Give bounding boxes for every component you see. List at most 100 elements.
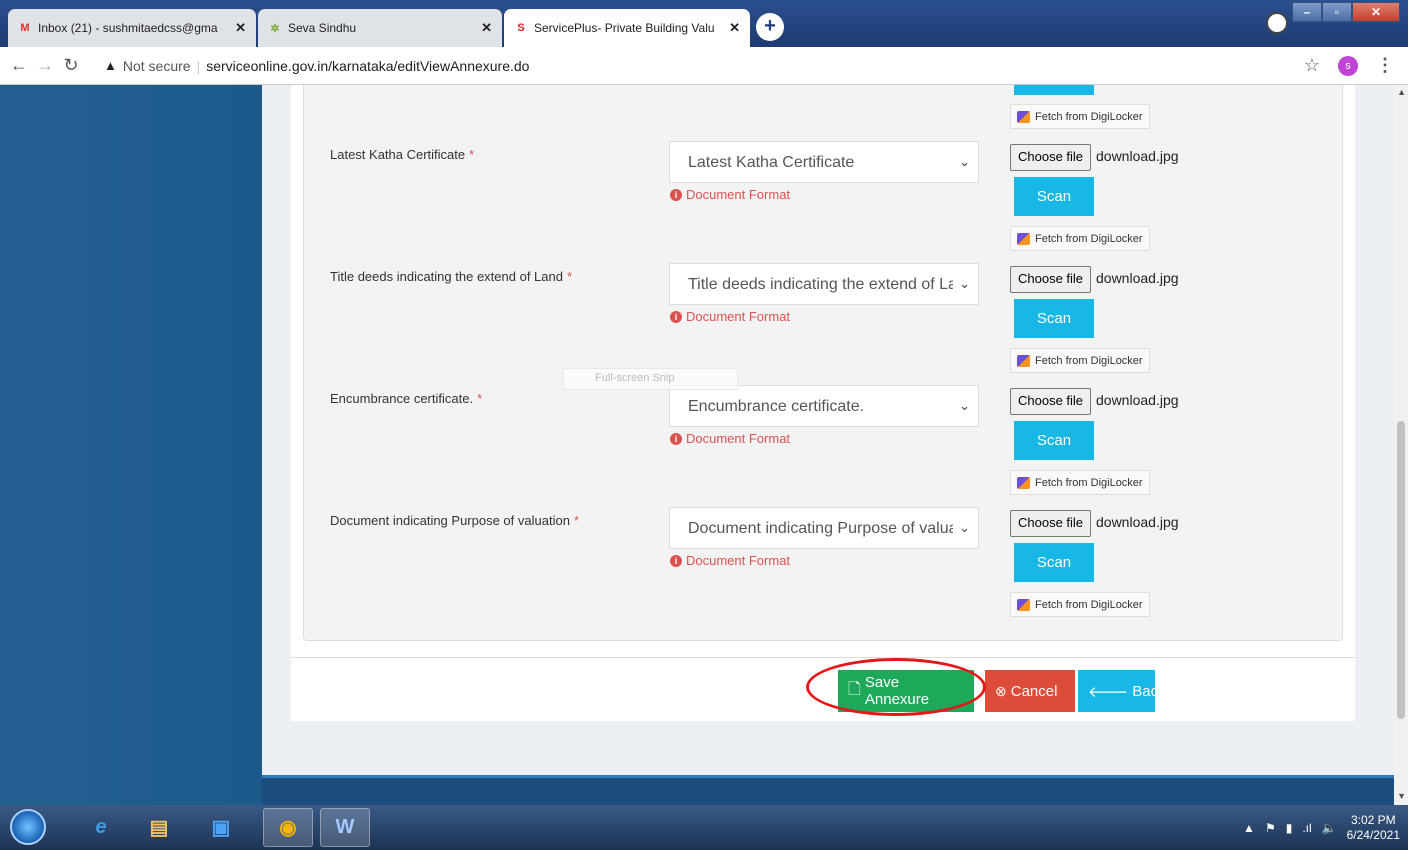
highlight-ellipse (806, 658, 986, 716)
document-label-text: Title deeds indicating the extend of Lan… (330, 269, 563, 284)
close-icon[interactable]: ✕ (481, 20, 492, 36)
digilocker-icon (1017, 110, 1030, 123)
scroll-up-arrow-icon[interactable]: ▲ (1397, 87, 1406, 97)
document-type-select[interactable]: Encumbrance certificate. ⌄ (669, 385, 979, 427)
info-icon: i (670, 554, 682, 567)
required-marker: * (469, 147, 475, 162)
document-format-link[interactable]: i Document Format (670, 187, 790, 202)
kebab-menu-icon[interactable]: ⋮ (1376, 55, 1394, 76)
document-format-link[interactable]: i Document Format (670, 309, 790, 324)
documents-panel: Fetch from DigiLocker Latest Katha Certi… (303, 85, 1343, 641)
digilocker-label: Fetch from DigiLocker (1035, 232, 1143, 245)
window-controls: – ▫ ✕ (1292, 2, 1400, 22)
volume-icon[interactable]: 🔈 (1322, 821, 1337, 835)
digilocker-button[interactable]: Fetch from DigiLocker (1010, 592, 1150, 617)
word-icon[interactable]: W (320, 808, 370, 847)
document-type-select[interactable]: Title deeds indicating the extend of Lar… (669, 263, 979, 305)
page-content: Fetch from DigiLocker Latest Katha Certi… (0, 85, 1408, 805)
profile-avatar[interactable]: s (1338, 55, 1358, 76)
url-field[interactable]: ▲ Not secure | serviceonline.gov.in/karn… (104, 58, 529, 74)
maximize-button[interactable]: ▫ (1322, 2, 1352, 22)
scroll-down-arrow-icon[interactable]: ▼ (1397, 791, 1406, 801)
required-marker: * (566, 269, 573, 284)
sidebar (0, 85, 262, 805)
document-label: Document indicating Purpose of valuation… (330, 513, 579, 528)
power-icon[interactable]: ▮ (1286, 821, 1293, 835)
file-name: download.jpg (1096, 148, 1179, 164)
scan-button[interactable]: Scan (1014, 543, 1094, 582)
digilocker-button[interactable]: Fetch from DigiLocker (1010, 470, 1150, 495)
form-actions: 🗋 Save Annexure ⊗ Cancel 🡐 Back (291, 657, 1355, 721)
info-icon: i (670, 310, 682, 323)
page-scrollbar[interactable]: ▲ ▼ (1394, 85, 1408, 805)
back-arrow-icon[interactable]: ← (6, 55, 32, 76)
signal-icon[interactable]: .ıl (1302, 821, 1311, 835)
clock-date: 6/24/2021 (1346, 827, 1400, 842)
digilocker-icon (1017, 354, 1030, 367)
document-label-text: Document indicating Purpose of valuation (330, 513, 570, 528)
bookmark-star-icon[interactable]: ☆ (1304, 55, 1320, 76)
tab-seva-sindhu[interactable]: ✲ Seva Sindhu ✕ (258, 9, 502, 47)
show-hidden-icons-icon[interactable]: ▲ (1243, 821, 1255, 835)
document-format-link[interactable]: i Document Format (670, 431, 790, 446)
required-marker: * (573, 513, 579, 528)
close-icon[interactable]: ✕ (729, 20, 740, 36)
digilocker-label: Fetch from DigiLocker (1035, 476, 1143, 489)
digilocker-button[interactable]: Fetch from DigiLocker (1010, 226, 1150, 251)
scrollbar-thumb[interactable] (1397, 421, 1405, 719)
window-close-button[interactable]: ✕ (1352, 2, 1400, 22)
minimize-button[interactable]: – (1292, 2, 1322, 22)
chrome-icon[interactable]: ◉ (263, 808, 313, 847)
back-label: Back (1132, 682, 1166, 700)
new-tab-button[interactable]: + (756, 13, 784, 41)
scan-button[interactable]: Scan (1014, 421, 1094, 460)
document-type-select[interactable]: Latest Katha Certificate ⌄ (669, 141, 979, 183)
file-name: download.jpg (1096, 270, 1179, 286)
document-format-text: Document Format (686, 553, 791, 568)
url-text: serviceonline.gov.in/karnataka/editViewA… (206, 57, 530, 74)
chrome-profile-icon[interactable] (1266, 12, 1288, 34)
choose-file-button[interactable]: Choose file (1010, 266, 1092, 293)
security-label: Not secure (122, 57, 191, 74)
scan-button-partial[interactable] (1014, 85, 1094, 95)
tab-serviceplus[interactable]: S ServicePlus- Private Building Valu ✕ (504, 9, 750, 47)
url-separator: | (196, 57, 201, 74)
digilocker-icon (1017, 476, 1030, 489)
tab-inbox[interactable]: M Inbox (21) - sushmitaedcss@gma ✕ (8, 9, 256, 47)
document-format-text: Document Format (686, 431, 791, 446)
choose-file-button[interactable]: Choose file (1010, 388, 1092, 415)
scan-button[interactable]: Scan (1014, 299, 1094, 338)
choose-file-button[interactable]: Choose file (1010, 510, 1092, 537)
network-flag-icon[interactable]: ⚑ (1265, 821, 1276, 835)
digilocker-button[interactable]: Fetch from DigiLocker (1010, 348, 1150, 373)
digilocker-label: Fetch from DigiLocker (1035, 110, 1143, 123)
forward-arrow-icon[interactable]: → (32, 55, 58, 76)
cancel-label: Cancel (1010, 682, 1058, 700)
info-icon: i (670, 188, 682, 201)
back-button[interactable]: 🡐 Back (1078, 670, 1166, 712)
reload-icon[interactable]: ↻ (58, 55, 84, 76)
document-label: Encumbrance certificate. * (330, 391, 482, 406)
document-format-link[interactable]: i Document Format (670, 553, 790, 568)
start-button[interactable] (10, 809, 46, 845)
scan-button[interactable]: Scan (1014, 177, 1094, 216)
cancel-button[interactable]: ⊗ Cancel (985, 670, 1075, 712)
choose-file-button[interactable]: Choose file (1010, 144, 1092, 171)
tab-title: Inbox (21) - sushmitaedcss@gma (38, 21, 218, 35)
media-player-icon[interactable]: ▣ (196, 808, 246, 847)
clock-time: 3:02 PM (1350, 812, 1396, 827)
gmail-icon: M (20, 22, 30, 34)
digilocker-label: Fetch from DigiLocker (1035, 598, 1143, 611)
arrow-left-icon: 🡐 (1088, 683, 1129, 701)
internet-explorer-icon[interactable]: e (76, 808, 126, 847)
file-explorer-icon[interactable]: ▤ (134, 808, 184, 847)
clock[interactable]: 3:02 PM 6/24/2021 (1347, 813, 1400, 843)
digilocker-button[interactable]: Fetch from DigiLocker (1010, 104, 1150, 129)
digilocker-icon (1017, 232, 1030, 245)
close-icon[interactable]: ✕ (235, 20, 246, 36)
browser-tabstrip: M Inbox (21) - sushmitaedcss@gma ✕ ✲ Sev… (0, 0, 1408, 47)
serviceplus-icon: S (517, 22, 525, 34)
tab-title: Seva Sindhu (288, 21, 357, 35)
document-label: Latest Katha Certificate * (330, 147, 474, 162)
document-type-select[interactable]: Document indicating Purpose of valua ⌄ (669, 507, 979, 549)
